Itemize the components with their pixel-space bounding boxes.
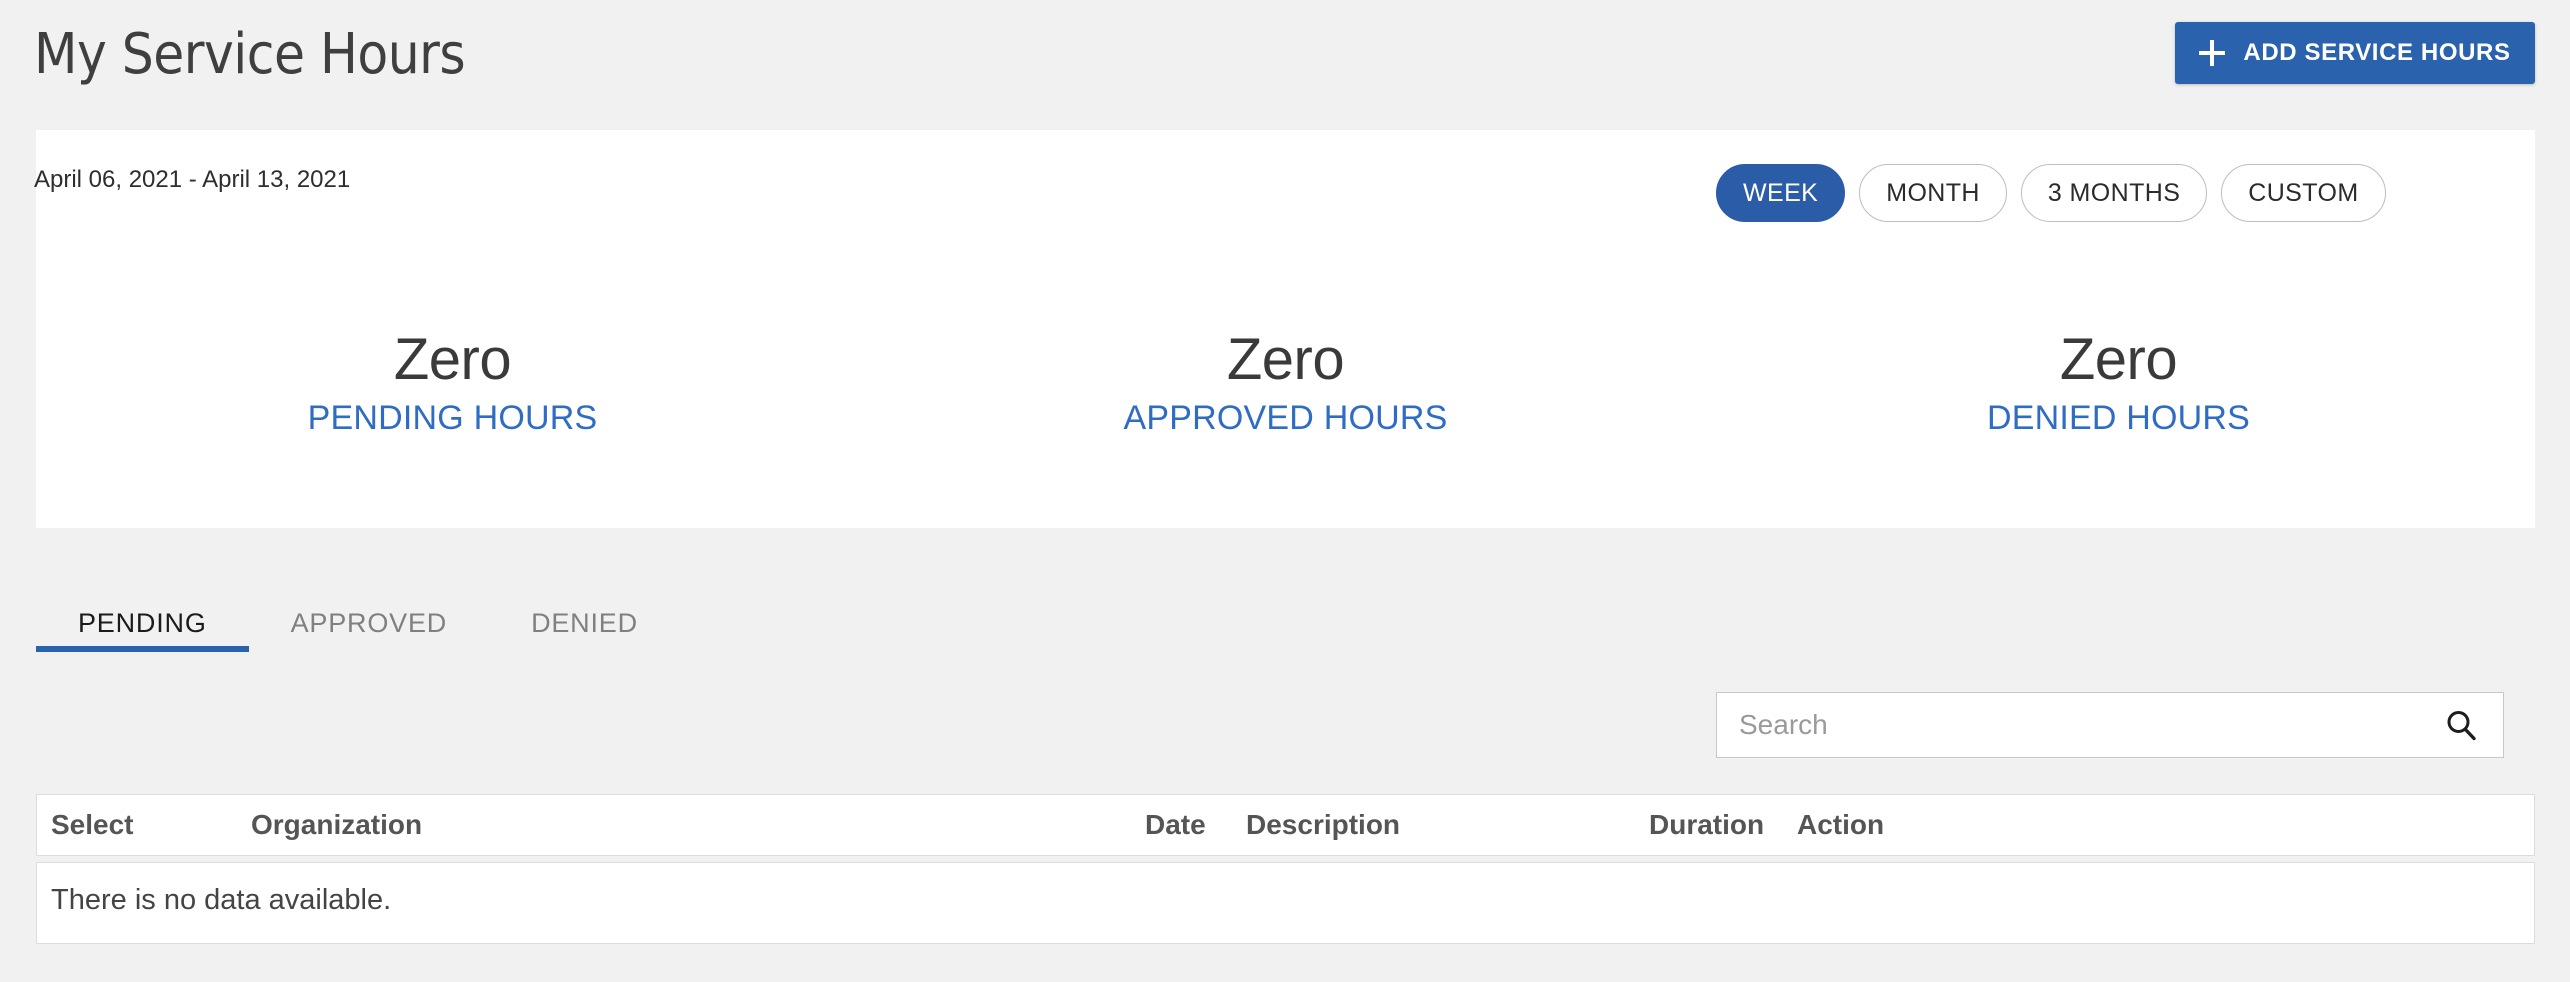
column-header-description: Description xyxy=(1246,809,1400,841)
period-button-week[interactable]: WEEK xyxy=(1716,164,1845,222)
stats-row: Zero PENDING HOURS Zero APPROVED HOURS Z… xyxy=(36,330,2535,438)
status-tabs: PENDING APPROVED DENIED xyxy=(36,578,680,652)
add-service-hours-label: ADD SERVICE HOURS xyxy=(2243,39,2510,67)
search-input[interactable] xyxy=(1717,693,2419,757)
plus-icon xyxy=(2199,40,2225,66)
period-button-month[interactable]: MONTH xyxy=(1859,164,2007,222)
column-header-organization: Organization xyxy=(251,809,422,841)
tab-denied[interactable]: DENIED xyxy=(489,578,680,652)
period-button-custom[interactable]: CUSTOM xyxy=(2221,164,2385,222)
date-range-label: April 06, 2021 - April 13, 2021 xyxy=(34,166,350,194)
stat-denied-label: DENIED HOURS xyxy=(1702,399,2535,438)
column-header-date: Date xyxy=(1145,809,1206,841)
search-button[interactable] xyxy=(2419,693,2503,757)
stat-pending-label: PENDING HOURS xyxy=(36,399,869,438)
tab-pending[interactable]: PENDING xyxy=(36,578,249,652)
search-icon xyxy=(2443,707,2479,743)
add-service-hours-button[interactable]: ADD SERVICE HOURS xyxy=(2175,22,2535,84)
column-header-select: Select xyxy=(51,809,134,841)
period-filter-group: WEEK MONTH 3 MONTHS CUSTOM xyxy=(1716,164,2386,222)
stat-denied-hours: Zero DENIED HOURS xyxy=(1702,330,2535,438)
table-header-row: Select Organization Date Description Dur… xyxy=(36,794,2535,856)
stat-approved-hours: Zero APPROVED HOURS xyxy=(869,330,1702,438)
column-header-duration: Duration xyxy=(1649,809,1764,841)
page-title: My Service Hours xyxy=(34,22,465,87)
stat-pending-hours: Zero PENDING HOURS xyxy=(36,330,869,438)
table-body: There is no data available. xyxy=(36,862,2535,944)
my-service-hours-page: My Service Hours ADD SERVICE HOURS April… xyxy=(0,0,2570,982)
tab-approved[interactable]: APPROVED xyxy=(249,578,489,652)
empty-state-message: There is no data available. xyxy=(51,884,391,917)
stat-pending-value: Zero xyxy=(36,330,869,391)
page-header: My Service Hours ADD SERVICE HOURS xyxy=(0,0,2570,130)
stat-approved-value: Zero xyxy=(869,330,1702,391)
stat-approved-label: APPROVED HOURS xyxy=(869,399,1702,438)
period-button-3-months[interactable]: 3 MONTHS xyxy=(2021,164,2207,222)
search-box[interactable] xyxy=(1716,692,2504,758)
stat-denied-value: Zero xyxy=(1702,330,2535,391)
column-header-action: Action xyxy=(1797,809,1884,841)
